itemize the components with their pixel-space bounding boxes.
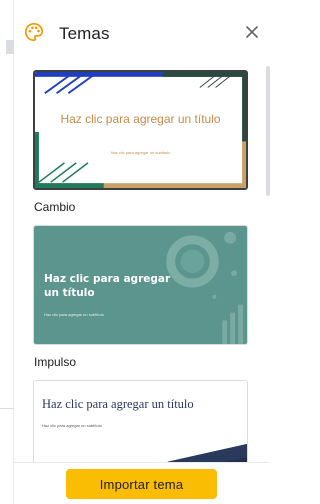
themes-list[interactable]: Haz clic para agregar un título Haz clic…	[14, 62, 270, 462]
theme-thumbnail-cambio	[35, 72, 246, 188]
theme-card-impulso[interactable]: Haz clic para agregar un título Haz clic…	[33, 225, 248, 345]
theme-preview-subtitle: Haz clic para agregar un subtítulo	[110, 150, 171, 155]
theme-label-impulso: Impulso	[34, 355, 77, 369]
close-icon[interactable]	[243, 23, 261, 41]
panel-scrollbar[interactable]	[266, 66, 270, 196]
theme-preview-title: Haz clic para agregar un título	[44, 273, 171, 299]
theme-card-third[interactable]: Haz clic para agregar un título Haz clic…	[33, 380, 248, 462]
theme-preview-title: Haz clic para agregar un título	[60, 112, 221, 126]
theme-thumbnail-third	[34, 381, 247, 462]
theme-preview-title: Haz clic para agregar un título	[42, 397, 194, 411]
editor-background-strip	[0, 0, 14, 504]
panel-header: Temas	[14, 0, 270, 62]
panel-footer: Importar tema	[14, 462, 270, 504]
theme-preview-subtitle: Haz clic para agregar un subtítulo	[44, 312, 104, 317]
panel-title: Temas	[59, 24, 110, 43]
editor-edge-divider	[0, 408, 14, 409]
theme-card-cambio[interactable]: Haz clic para agregar un título Haz clic…	[33, 70, 248, 190]
import-theme-button[interactable]: Importar tema	[66, 469, 217, 499]
palette-icon	[24, 22, 44, 42]
theme-preview-subtitle: Haz clic para agregar un subtítulo	[42, 423, 102, 428]
editor-edge-element	[6, 40, 14, 54]
theme-label-cambio: Cambio	[34, 200, 76, 214]
themes-panel: Temas Haz clic para agregar un título Ha…	[14, 0, 270, 504]
